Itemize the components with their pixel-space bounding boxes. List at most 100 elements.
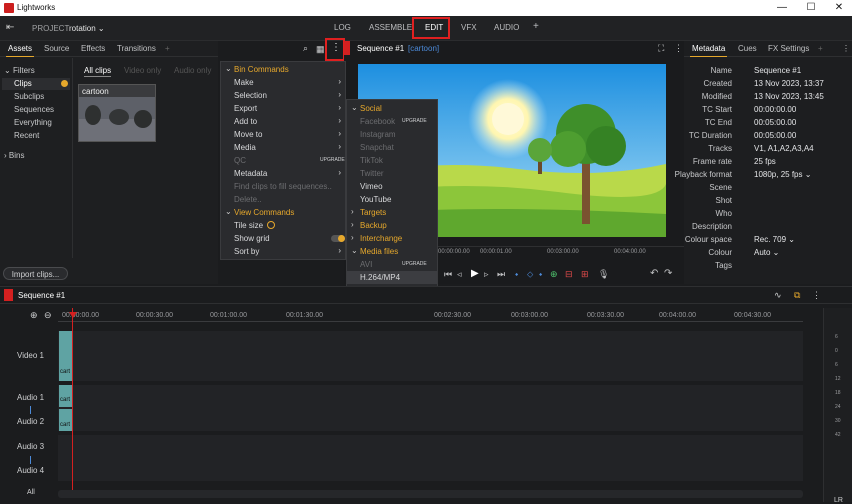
menu-item-youtube[interactable]: YouTube — [347, 193, 437, 206]
tab-assemble[interactable]: ASSEMBLE — [369, 23, 412, 32]
tab-source[interactable]: Source — [44, 44, 69, 53]
link-icon[interactable]: ⧉ — [794, 290, 800, 301]
menu-item-twitter[interactable]: Twitter — [347, 167, 437, 180]
filter-everything[interactable]: Everything — [14, 118, 52, 127]
metadata-value[interactable]: 25 fps — [754, 157, 776, 166]
view-tab-audio-only[interactable]: Audio only — [174, 66, 211, 75]
tab-log[interactable]: LOG — [334, 23, 351, 32]
filter-recent[interactable]: Recent — [14, 131, 39, 140]
menu-item-snapchat[interactable]: Snapchat — [347, 141, 437, 154]
playhead-handle-icon[interactable] — [69, 312, 77, 318]
menu-item-tiktok[interactable]: TikTok — [347, 154, 437, 167]
metadata-value[interactable]: 1080p, 25 fps ⌄ — [754, 170, 811, 179]
import-clips-button[interactable]: Import clips... — [3, 267, 68, 280]
metadata-value[interactable]: V1, A1,A2,A3,A4 — [754, 144, 814, 153]
menu-item-export[interactable]: Export › — [221, 102, 345, 115]
microphone-icon[interactable]: 🎙 — [598, 269, 609, 280]
go-start-icon[interactable]: ⏮ — [444, 269, 452, 280]
metadata-value[interactable]: 00:05:00.00 — [754, 131, 796, 140]
clip-tile-cartoon[interactable]: cartoon — [78, 84, 156, 142]
grid-view-icon[interactable]: ▦ — [316, 44, 325, 55]
add-tab-button[interactable]: + — [533, 21, 539, 32]
menu-item-bin-commands[interactable]: ⌄ Bin Commands — [221, 63, 345, 76]
metadata-value[interactable]: Sequence #1 — [754, 66, 801, 75]
upgrade-badge[interactable]: UPGRADE — [402, 261, 427, 267]
metadata-value[interactable]: 00:00:00.00 — [754, 105, 796, 114]
track-label-audio3[interactable]: Audio 3 — [17, 442, 44, 451]
viewer-menu-icon[interactable]: ⋮ — [674, 43, 683, 54]
audio2-clip[interactable]: cart — [59, 409, 72, 431]
tile-size-slider[interactable] — [267, 221, 275, 229]
track-label-audio2[interactable]: Audio 2 — [17, 417, 44, 426]
view-tab-video-only[interactable]: Video only — [124, 66, 161, 75]
tab-transitions[interactable]: Transitions — [117, 44, 156, 53]
add-panel-tab-button[interactable]: + — [165, 44, 170, 53]
step-forward-icon[interactable]: ▹ — [484, 269, 489, 280]
zoom-out-icon[interactable]: ⊖ — [44, 310, 52, 321]
insert-icon[interactable]: ⊕ — [550, 269, 558, 280]
zoom-in-icon[interactable]: ⊕ — [30, 310, 38, 321]
menu-item-h-264-mp4[interactable]: H.264/MP4 — [347, 271, 437, 284]
menu-item-view-commands[interactable]: ⌄ View Commands — [221, 206, 345, 219]
menu-item-vimeo[interactable]: Vimeo — [347, 180, 437, 193]
tab-edit[interactable]: EDIT — [425, 23, 443, 32]
menu-item-avi[interactable]: AVI UPGRADE — [347, 258, 437, 271]
exit-icon[interactable]: ⇤ — [6, 22, 14, 33]
tab-vfx[interactable]: VFX — [461, 23, 477, 32]
redo-icon[interactable]: ↷ — [664, 268, 672, 279]
mark-clear-icon[interactable]: ⬦ — [527, 269, 533, 280]
minimize-button[interactable]: — — [768, 1, 796, 15]
timeline-scrollbar[interactable] — [58, 490, 803, 498]
show-grid-toggle[interactable] — [331, 235, 345, 242]
undo-icon[interactable]: ↶ — [650, 268, 658, 279]
tab-audio[interactable]: AUDIO — [494, 23, 519, 32]
upgrade-badge[interactable]: UPGRADE — [402, 118, 427, 124]
menu-item-show-grid[interactable]: Show grid — [221, 232, 345, 245]
view-tab-all-clips[interactable]: All clips — [84, 66, 112, 77]
tab-metadata[interactable]: Metadata — [689, 44, 728, 57]
menu-item-move-to[interactable]: Move to › — [221, 128, 345, 141]
menu-item-instagram[interactable]: Instagram — [347, 128, 437, 141]
metadata-value[interactable]: Rec. 709 ⌄ — [754, 235, 795, 244]
filter-clips[interactable]: Clips — [2, 78, 70, 90]
menu-item-tile-size[interactable]: Tile size — [221, 219, 345, 232]
tab-cues[interactable]: Cues — [738, 44, 757, 53]
play-icon[interactable]: ▶ — [471, 268, 479, 279]
audio-12-track-lane[interactable] — [58, 385, 803, 431]
fullscreen-icon[interactable]: ⛶ — [658, 43, 664, 54]
delete-icon[interactable]: ⊞ — [581, 269, 589, 280]
step-back-icon[interactable]: ◃ — [457, 269, 462, 280]
tab-fx-settings[interactable]: FX Settings — [768, 44, 809, 53]
track-label-video1[interactable]: Video 1 — [17, 351, 44, 360]
waveform-icon[interactable]: ∿ — [774, 290, 782, 301]
audio-34-track-lane[interactable] — [58, 435, 803, 481]
bins-header[interactable]: › Bins — [4, 151, 24, 160]
metadata-value[interactable]: 13 Nov 2023, 13:45 — [754, 92, 824, 101]
filters-header[interactable]: ⌄ Filters — [4, 66, 35, 75]
menu-item-facebook[interactable]: Facebook UPGRADE — [347, 115, 437, 128]
tab-effects[interactable]: Effects — [81, 44, 105, 53]
menu-item-delete[interactable]: Delete.. — [221, 193, 345, 206]
upgrade-badge[interactable]: UPGRADE — [320, 157, 345, 163]
menu-item-selection[interactable]: Selection › — [221, 89, 345, 102]
menu-item-sort-by[interactable]: Sort by › — [221, 245, 345, 258]
menu-item-media[interactable]: Media › — [221, 141, 345, 154]
metadata-value[interactable]: 00:05:00.00 — [754, 118, 796, 127]
add-meta-tab-button[interactable]: + — [818, 44, 823, 53]
menu-item-add-to[interactable]: Add to › — [221, 115, 345, 128]
playhead[interactable] — [72, 308, 73, 494]
audio1-clip[interactable]: cart — [59, 385, 72, 407]
maximize-button[interactable]: ☐ — [797, 1, 825, 15]
menu-item-find-clips-to-fill-sequences[interactable]: Find clips to fill sequences.. — [221, 180, 345, 193]
project-name-dropdown[interactable]: rotation ⌄ — [69, 24, 105, 33]
menu-item-qc[interactable]: QC UPGRADE — [221, 154, 345, 167]
video-track-lane[interactable] — [58, 331, 803, 381]
mark-out-icon[interactable]: ⬩ — [539, 269, 542, 280]
video-clip[interactable]: cart — [59, 331, 72, 381]
all-tracks-label[interactable]: All — [27, 489, 35, 496]
menu-item-backup[interactable]: › Backup — [347, 219, 437, 232]
mark-in-icon[interactable]: ⬩ — [515, 269, 518, 280]
timeline-menu-icon[interactable]: ⋮ — [812, 290, 821, 301]
tab-assets[interactable]: Assets — [5, 44, 35, 57]
track-label-audio4[interactable]: Audio 4 — [17, 466, 44, 475]
